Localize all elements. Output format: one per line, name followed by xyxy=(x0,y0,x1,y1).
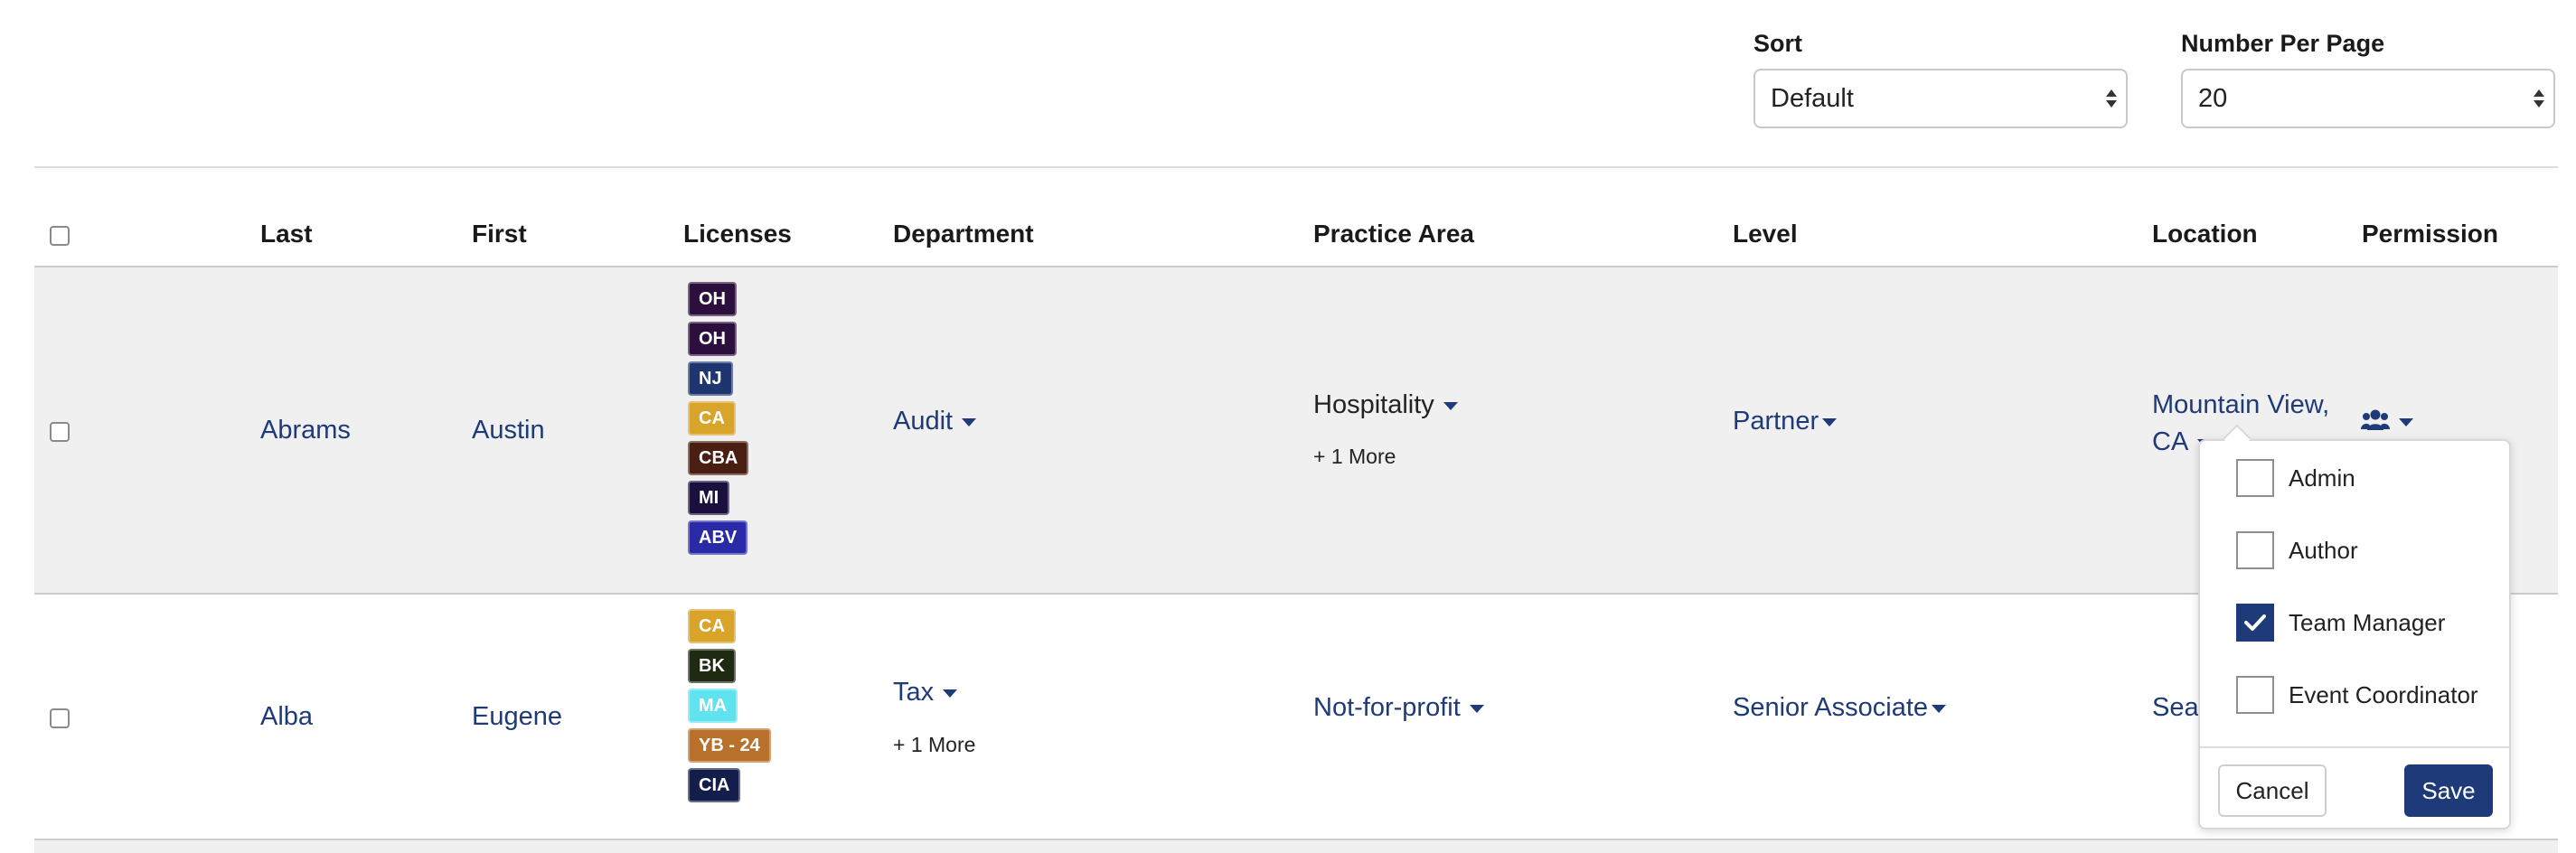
practice-area-dropdown[interactable]: Hospitality xyxy=(1313,390,1458,420)
header-level[interactable]: Level xyxy=(1733,220,1798,248)
location-line-1: Mountain View, xyxy=(2152,390,2330,419)
sort-label: Sort xyxy=(1753,30,1802,57)
team-manager-checkbox[interactable] xyxy=(2236,604,2274,642)
license-badge: MI xyxy=(688,481,730,515)
caret-down-icon xyxy=(962,417,977,426)
save-button[interactable]: Save xyxy=(2404,764,2493,817)
practice-area-value: Hospitality xyxy=(1313,390,1434,419)
controls-divider xyxy=(34,166,2558,168)
header-last[interactable]: Last xyxy=(260,220,313,248)
department-value: Audit xyxy=(893,407,954,436)
select-arrows-icon xyxy=(2106,89,2117,108)
level-value: Partner xyxy=(1733,407,1819,436)
caret-down-icon xyxy=(1443,401,1458,410)
level-dropdown[interactable]: Senior Associate xyxy=(1733,693,1947,723)
permission-dropdown[interactable] xyxy=(2361,408,2413,436)
caret-down-icon xyxy=(1469,704,1484,713)
location-line-2: CA xyxy=(2152,427,2189,456)
select-all-checkbox[interactable] xyxy=(50,226,70,246)
practice-area-dropdown[interactable]: Not-for-profit xyxy=(1313,693,1484,723)
author-label: Author xyxy=(2289,536,2358,564)
cell-last[interactable]: Alba xyxy=(260,702,313,732)
license-badge: CBA xyxy=(688,441,749,475)
license-badge: CA xyxy=(688,401,736,436)
per-page-select-value: 20 xyxy=(2198,83,2228,113)
admin-checkbox[interactable] xyxy=(2236,459,2274,497)
permission-popup: Admin Author Team Manager Event Coordina… xyxy=(2198,439,2511,830)
caret-down-icon xyxy=(2399,418,2413,426)
author-checkbox[interactable] xyxy=(2236,531,2274,569)
row-checkbox[interactable] xyxy=(50,708,70,728)
event-coordinator-label: Event Coordinator xyxy=(2289,680,2478,708)
admin-label: Admin xyxy=(2289,464,2355,492)
permission-option-admin[interactable]: Admin xyxy=(2236,459,2355,497)
department-dropdown[interactable]: Tax xyxy=(893,678,958,708)
caret-down-icon xyxy=(1822,417,1838,426)
cell-first[interactable]: Eugene xyxy=(472,702,562,732)
row-divider xyxy=(34,593,2558,595)
popup-divider xyxy=(2200,746,2509,748)
license-badge: CA xyxy=(688,609,736,643)
permission-option-author[interactable]: Author xyxy=(2236,531,2358,569)
checkmark-icon xyxy=(2244,614,2266,631)
license-badge: OH xyxy=(688,282,737,316)
practice-area-value: Not-for-profit xyxy=(1313,693,1461,722)
header-permission[interactable]: Permission xyxy=(2362,220,2498,248)
license-badge: CIA xyxy=(688,768,741,802)
sort-select[interactable]: Default xyxy=(1753,69,2128,128)
department-dropdown[interactable]: Audit xyxy=(893,407,977,436)
level-value: Senior Associate xyxy=(1733,693,1929,722)
license-badge: BK xyxy=(688,649,736,683)
row-checkbox[interactable] xyxy=(50,422,70,442)
header-first[interactable]: First xyxy=(472,220,527,248)
header-location[interactable]: Location xyxy=(2152,220,2258,248)
permission-option-team-manager[interactable]: Team Manager xyxy=(2236,604,2445,642)
license-badge: NJ xyxy=(688,361,733,396)
table-row xyxy=(34,840,2558,853)
cell-first[interactable]: Austin xyxy=(472,416,545,445)
header-practice-area[interactable]: Practice Area xyxy=(1313,220,1474,248)
caret-down-icon xyxy=(1932,704,1947,713)
department-value: Tax xyxy=(893,678,935,707)
users-icon xyxy=(2361,408,2390,436)
per-page-select[interactable]: 20 xyxy=(2181,69,2555,128)
license-badge: MA xyxy=(688,689,738,723)
level-dropdown[interactable]: Partner xyxy=(1733,407,1838,436)
department-more-link[interactable]: + 1 More xyxy=(893,733,975,757)
select-arrows-icon xyxy=(2534,89,2544,108)
practice-area-more-link[interactable]: + 1 More xyxy=(1313,445,1396,469)
per-page-label: Number Per Page xyxy=(2181,30,2385,57)
license-badge: ABV xyxy=(688,520,748,555)
team-manager-label: Team Manager xyxy=(2289,608,2446,636)
cancel-button[interactable]: Cancel xyxy=(2218,764,2327,817)
caret-down-icon xyxy=(943,689,958,698)
header-department[interactable]: Department xyxy=(893,220,1034,248)
header-licenses[interactable]: Licenses xyxy=(683,220,792,248)
sort-select-value: Default xyxy=(1771,83,1854,113)
license-badge: OH xyxy=(688,322,737,356)
cell-last[interactable]: Abrams xyxy=(260,416,351,445)
event-coordinator-checkbox[interactable] xyxy=(2236,676,2274,714)
permission-option-event-coordinator[interactable]: Event Coordinator xyxy=(2236,676,2478,714)
license-badge: YB - 24 xyxy=(688,728,771,763)
